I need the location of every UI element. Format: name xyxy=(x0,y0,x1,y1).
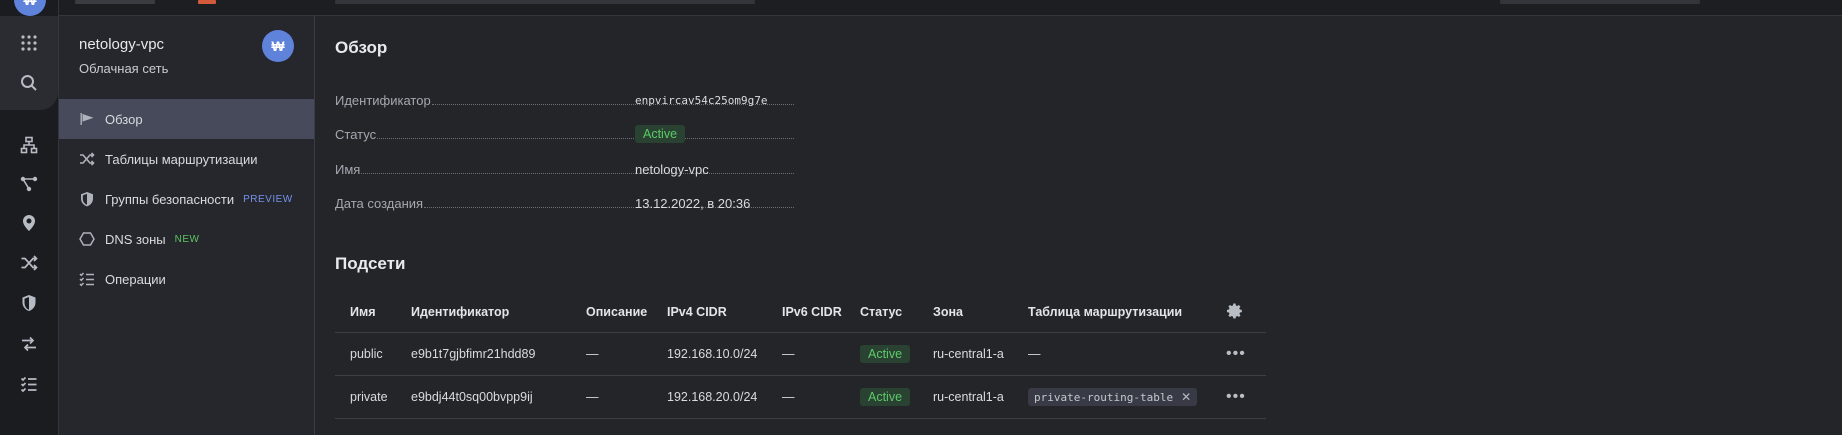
column-header[interactable]: Зона xyxy=(918,292,1013,333)
transfer-icon[interactable] xyxy=(17,332,41,356)
column-header[interactable]: Таблица маршрутизации xyxy=(1013,292,1211,333)
nav-item-overview[interactable]: Обзор xyxy=(59,99,314,139)
subnet-route-table: — xyxy=(1013,332,1211,376)
breadcrumb-fragment xyxy=(75,0,155,4)
flag-icon xyxy=(78,110,96,128)
resource-title: netology-vpc xyxy=(79,36,165,53)
row-actions[interactable]: ••• xyxy=(1211,332,1266,376)
apps-grid-icon[interactable] xyxy=(17,31,41,55)
subnet-name[interactable]: public xyxy=(335,332,396,376)
row-actions[interactable]: ••• xyxy=(1211,375,1266,419)
route-table-chip[interactable]: private-routing-table ✕ xyxy=(1028,388,1198,406)
field-label: Статус xyxy=(335,126,377,142)
column-header[interactable]: Описание xyxy=(571,292,652,333)
nav-item-dns-zones[interactable]: DNS зоны NEW xyxy=(59,219,314,259)
nav-item-route-tables[interactable]: Таблицы маршрутизации xyxy=(59,139,314,179)
subnet-description: — xyxy=(571,375,652,419)
resource-type: Облачная сеть xyxy=(79,61,169,76)
nav-item-label: Обзор xyxy=(105,111,143,127)
breadcrumb xyxy=(335,0,755,4)
subnet-status-cell: Active xyxy=(845,332,918,376)
subnet-description: — xyxy=(571,332,652,376)
route-table-name[interactable]: private-routing-table xyxy=(1034,391,1173,404)
subnet-id: e9bdj44t0sq00bvpp9ij xyxy=(396,375,571,419)
status-badge: Active xyxy=(860,388,911,406)
overview-heading: Обзор xyxy=(335,38,388,57)
field-name: Имя netology-vpc xyxy=(335,159,795,179)
status-badge: Active xyxy=(860,345,911,363)
field-id: Идентификатор enpvircav54c25om9g7e xyxy=(335,90,795,110)
subnet-ipv4: 192.168.10.0/24 xyxy=(652,332,767,376)
shuffle-icon[interactable] xyxy=(17,251,41,275)
main-content: Обзор Идентификатор enpvircav54c25om9g7e… xyxy=(335,16,1825,435)
column-header[interactable]: Идентификатор xyxy=(396,292,571,333)
table-row[interactable]: public e9b1t7gjbfimr21hdd89 — 192.168.10… xyxy=(335,332,1266,376)
resource-sidebar: netology-vpc Облачная сеть ₩ Обзор Табли… xyxy=(59,16,315,435)
nav-item-label: Таблицы маршрутизации xyxy=(105,151,258,167)
service-rail: ₩ xyxy=(0,0,59,435)
more-icon[interactable]: ••• xyxy=(1226,388,1246,405)
network-graph-icon[interactable] xyxy=(17,172,41,196)
gear-icon[interactable] xyxy=(1226,302,1244,320)
resource-nav: Обзор Таблицы маршрутизации Группы безоп… xyxy=(59,99,314,299)
shield-icon[interactable] xyxy=(17,291,41,315)
nav-item-label: Операции xyxy=(105,271,166,287)
field-value-id[interactable]: enpvircav54c25om9g7e xyxy=(635,94,795,107)
new-badge: NEW xyxy=(174,233,200,245)
subnet-zone: ru-central1-a xyxy=(918,332,1013,376)
checklist-icon xyxy=(78,270,96,288)
column-header[interactable]: IPv4 CIDR xyxy=(652,292,767,333)
nav-item-security-groups[interactable]: Группы безопасности PREVIEW xyxy=(59,179,314,219)
shuffle-icon xyxy=(78,150,96,168)
subnet-ipv6: — xyxy=(767,375,845,419)
location-pin-icon[interactable] xyxy=(17,211,41,235)
field-status: Статус Active xyxy=(335,124,795,144)
subnet-status-cell: Active xyxy=(845,375,918,419)
more-icon[interactable]: ••• xyxy=(1226,345,1246,362)
field-label: Идентификатор xyxy=(335,92,431,108)
hexagon-icon xyxy=(78,230,96,248)
service-icon xyxy=(198,0,216,4)
column-header[interactable]: IPv6 CIDR xyxy=(767,292,845,333)
subnet-zone: ru-central1-a xyxy=(918,375,1013,419)
remove-route-table-icon[interactable]: ✕ xyxy=(1181,390,1191,404)
nav-item-label: Группы безопасности xyxy=(105,191,235,207)
table-row[interactable]: private e9bdj44t0sq00bvpp9ij — 192.168.2… xyxy=(335,375,1266,419)
subnets-heading: Подсети xyxy=(335,254,406,273)
column-settings[interactable] xyxy=(1211,292,1266,333)
subnets-table: Имя Идентификатор Описание IPv4 CIDR IPv… xyxy=(335,292,1266,419)
status-badge: Active xyxy=(635,125,686,143)
search-icon[interactable] xyxy=(17,71,41,95)
preview-badge: PREVIEW xyxy=(243,193,293,205)
subnet-name[interactable]: private xyxy=(335,375,396,419)
subnet-route-table-cell: private-routing-table ✕ xyxy=(1013,375,1211,419)
column-header[interactable]: Имя xyxy=(335,292,396,333)
brand-logo-icon[interactable]: ₩ xyxy=(14,0,46,16)
field-value-created: 13.12.2022, в 20:36 xyxy=(635,195,751,211)
field-label: Дата создания xyxy=(335,195,424,211)
vpc-service-icon: ₩ xyxy=(262,30,294,62)
top-bar-actions xyxy=(1500,0,1700,4)
shield-icon xyxy=(78,190,96,208)
subnet-ipv4: 192.168.20.0/24 xyxy=(652,375,767,419)
topology-icon[interactable] xyxy=(17,133,41,157)
checklist-icon[interactable] xyxy=(17,372,41,396)
field-value-name: netology-vpc xyxy=(635,161,709,177)
subnet-ipv6: — xyxy=(767,332,845,376)
nav-item-operations[interactable]: Операции xyxy=(59,259,314,299)
top-bar xyxy=(0,0,1842,16)
column-header[interactable]: Статус xyxy=(845,292,918,333)
field-created: Дата создания 13.12.2022, в 20:36 xyxy=(335,193,795,213)
field-label: Имя xyxy=(335,161,361,177)
table-header-row: Имя Идентификатор Описание IPv4 CIDR IPv… xyxy=(335,292,1266,333)
subnet-id: e9b1t7gjbfimr21hdd89 xyxy=(396,332,571,376)
nav-item-label: DNS зоны xyxy=(105,231,166,247)
